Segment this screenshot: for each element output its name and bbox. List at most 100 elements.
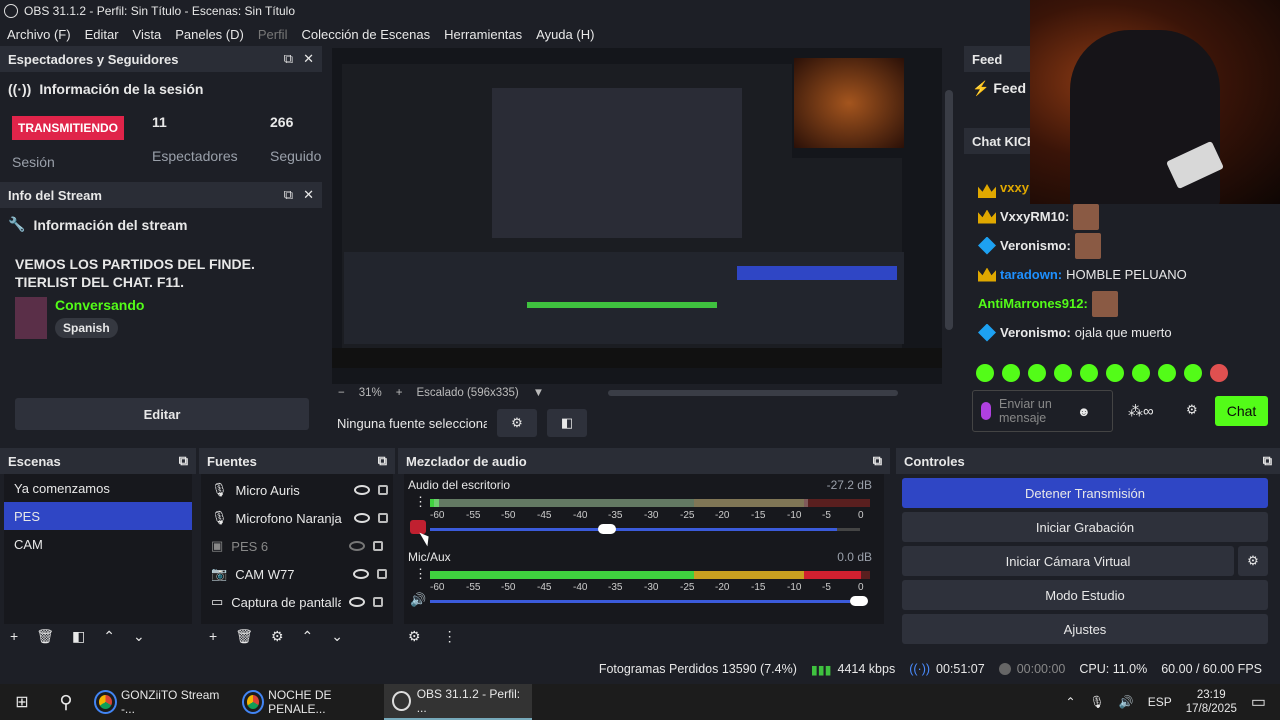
- virtual-camera-button[interactable]: Iniciar Cámara Virtual: [902, 546, 1234, 576]
- zoom-in-button[interactable]: +: [396, 387, 403, 399]
- lock-icon[interactable]: [377, 569, 388, 579]
- edit-button[interactable]: Editar: [15, 398, 309, 430]
- menu-editar[interactable]: Editar: [78, 27, 126, 42]
- search-icon[interactable]: ⚲: [44, 692, 88, 713]
- visibility-icon[interactable]: [353, 513, 370, 523]
- emote-icon[interactable]: [1028, 364, 1046, 382]
- undock-icon[interactable]: ⧉: [284, 187, 293, 203]
- slider-handle[interactable]: [850, 596, 868, 606]
- undock-icon[interactable]: ⧉: [378, 453, 387, 469]
- visibility-hidden-icon[interactable]: [349, 541, 366, 551]
- track-menu-icon[interactable]: ⋮: [414, 494, 427, 510]
- add-icon[interactable]: +: [209, 628, 217, 645]
- start-recording-button[interactable]: Iniciar Grabación: [902, 512, 1268, 542]
- emote-icon[interactable]: [1054, 364, 1072, 382]
- lock-icon[interactable]: [377, 485, 388, 495]
- undock-icon[interactable]: ⧉: [179, 453, 188, 469]
- tray-expand-icon[interactable]: ⌃: [1065, 695, 1075, 709]
- move-up-icon[interactable]: ⌃: [302, 628, 314, 645]
- menu-coleccion[interactable]: Colección de Escenas: [294, 27, 437, 42]
- gear-icon[interactable]: ⚙: [497, 409, 537, 437]
- undock-icon[interactable]: ⧉: [284, 51, 293, 67]
- emote-icon[interactable]: [1184, 364, 1202, 382]
- emote-icon[interactable]: [1132, 364, 1150, 382]
- chat-settings-icon[interactable]: ⚙: [1186, 402, 1198, 418]
- close-icon[interactable]: ✕: [303, 187, 314, 203]
- notifications-icon[interactable]: ▭: [1251, 692, 1266, 712]
- taskbar-item[interactable]: NOCHE DE PENALE...: [236, 684, 384, 720]
- meter-scale-label: -5: [822, 510, 831, 521]
- move-up-icon[interactable]: ⌃: [103, 628, 115, 645]
- emoji-icon[interactable]: ☻: [1077, 404, 1091, 419]
- speaker-icon[interactable]: 🔊: [410, 592, 426, 608]
- emote-icon[interactable]: [1002, 364, 1020, 382]
- gear-icon[interactable]: ⚙: [271, 628, 284, 645]
- visibility-icon[interactable]: [353, 485, 370, 495]
- preview-scrollbar[interactable]: [945, 90, 953, 330]
- menu-archivo[interactable]: Archivo (F): [0, 27, 78, 42]
- source-item[interactable]: ▣ PES 6: [201, 532, 393, 560]
- delete-icon[interactable]: 🗑: [235, 628, 253, 645]
- community-icon[interactable]: ⁂∞: [1128, 402, 1154, 420]
- lock-icon[interactable]: [377, 513, 388, 523]
- lock-icon[interactable]: [373, 597, 384, 607]
- move-down-icon[interactable]: ⌄: [133, 628, 145, 645]
- delete-icon[interactable]: 🗑: [36, 628, 54, 645]
- source-item[interactable]: 🎙 Micro Auris: [201, 476, 393, 504]
- visibility-icon[interactable]: [353, 569, 370, 579]
- emote-icon[interactable]: [1210, 364, 1228, 382]
- volume-icon[interactable]: 🔊: [1119, 695, 1134, 709]
- session-label: Sesión: [12, 154, 55, 170]
- slider-track[interactable]: [430, 528, 860, 531]
- emote-icon[interactable]: [1106, 364, 1124, 382]
- virtual-camera-gear-icon[interactable]: ⚙: [1238, 546, 1268, 576]
- microphone-icon[interactable]: [981, 402, 991, 420]
- studio-mode-button[interactable]: Modo Estudio: [902, 580, 1268, 610]
- language-indicator[interactable]: ESP: [1148, 695, 1172, 709]
- emote-icon[interactable]: [976, 364, 994, 382]
- menu-vista[interactable]: Vista: [126, 27, 169, 42]
- sources-dock: Fuentes ⧉ 🎙 Micro Auris 🎙 Microfono Naranja…: [199, 448, 395, 652]
- preview-canvas[interactable]: [332, 48, 942, 384]
- scaling-dropdown-icon[interactable]: ▼: [533, 387, 544, 399]
- emote-icon[interactable]: [1080, 364, 1098, 382]
- menu-ayuda[interactable]: Ayuda (H): [529, 27, 601, 42]
- close-icon[interactable]: ✕: [303, 51, 314, 67]
- source-item[interactable]: ▭ Captura de pantalla: [201, 588, 393, 616]
- advanced-audio-icon[interactable]: ⚙: [408, 628, 421, 645]
- mixer-menu-icon[interactable]: ⋮: [443, 628, 457, 645]
- menu-herramientas[interactable]: Herramientas: [437, 27, 529, 42]
- settings-button[interactable]: Ajustes: [902, 614, 1268, 644]
- menu-perfil[interactable]: Perfil: [251, 27, 295, 42]
- filters-icon[interactable]: ◧: [72, 628, 85, 645]
- emote-icon[interactable]: [1158, 364, 1176, 382]
- chat-input[interactable]: Enviar un mensaje ☻: [972, 390, 1113, 432]
- slider-track[interactable]: [430, 600, 860, 603]
- volume-slider-mic[interactable]: [430, 596, 870, 606]
- source-item[interactable]: 🎙 Microfono Naranja: [201, 504, 393, 532]
- slider-handle[interactable]: [598, 524, 616, 534]
- volume-slider-desktop[interactable]: [430, 524, 870, 534]
- stop-stream-button[interactable]: Detener Transmisión: [902, 478, 1268, 508]
- track-menu-icon[interactable]: ⋮: [414, 566, 427, 582]
- undock-icon[interactable]: ⧉: [1263, 453, 1272, 469]
- chat-send-button[interactable]: Chat: [1215, 396, 1268, 426]
- taskbar-item[interactable]: GONZiiTO Stream -...: [88, 684, 236, 720]
- source-item[interactable]: 📷 CAM W77: [201, 560, 393, 588]
- scene-item[interactable]: PES: [4, 502, 192, 530]
- zoom-out-button[interactable]: −: [338, 387, 345, 399]
- horizontal-scrollbar[interactable]: [608, 390, 899, 396]
- scene-item[interactable]: CAM: [4, 530, 192, 558]
- menu-paneles[interactable]: Paneles (D): [168, 27, 251, 42]
- windows-start-icon[interactable]: ⊞: [0, 692, 44, 712]
- filters-icon[interactable]: ◧: [547, 409, 587, 437]
- move-down-icon[interactable]: ⌄: [331, 628, 343, 645]
- clock[interactable]: 23:19 17/8/2025: [1186, 688, 1237, 716]
- lock-icon[interactable]: [373, 541, 384, 551]
- tray-microphone-icon[interactable]: 🎙: [1090, 695, 1105, 709]
- taskbar-item-active[interactable]: OBS 31.1.2 - Perfil: ...: [384, 684, 532, 720]
- undock-icon[interactable]: ⧉: [873, 453, 882, 469]
- visibility-icon[interactable]: [349, 597, 366, 607]
- add-icon[interactable]: +: [10, 628, 18, 645]
- scene-item[interactable]: Ya comenzamos: [4, 474, 192, 502]
